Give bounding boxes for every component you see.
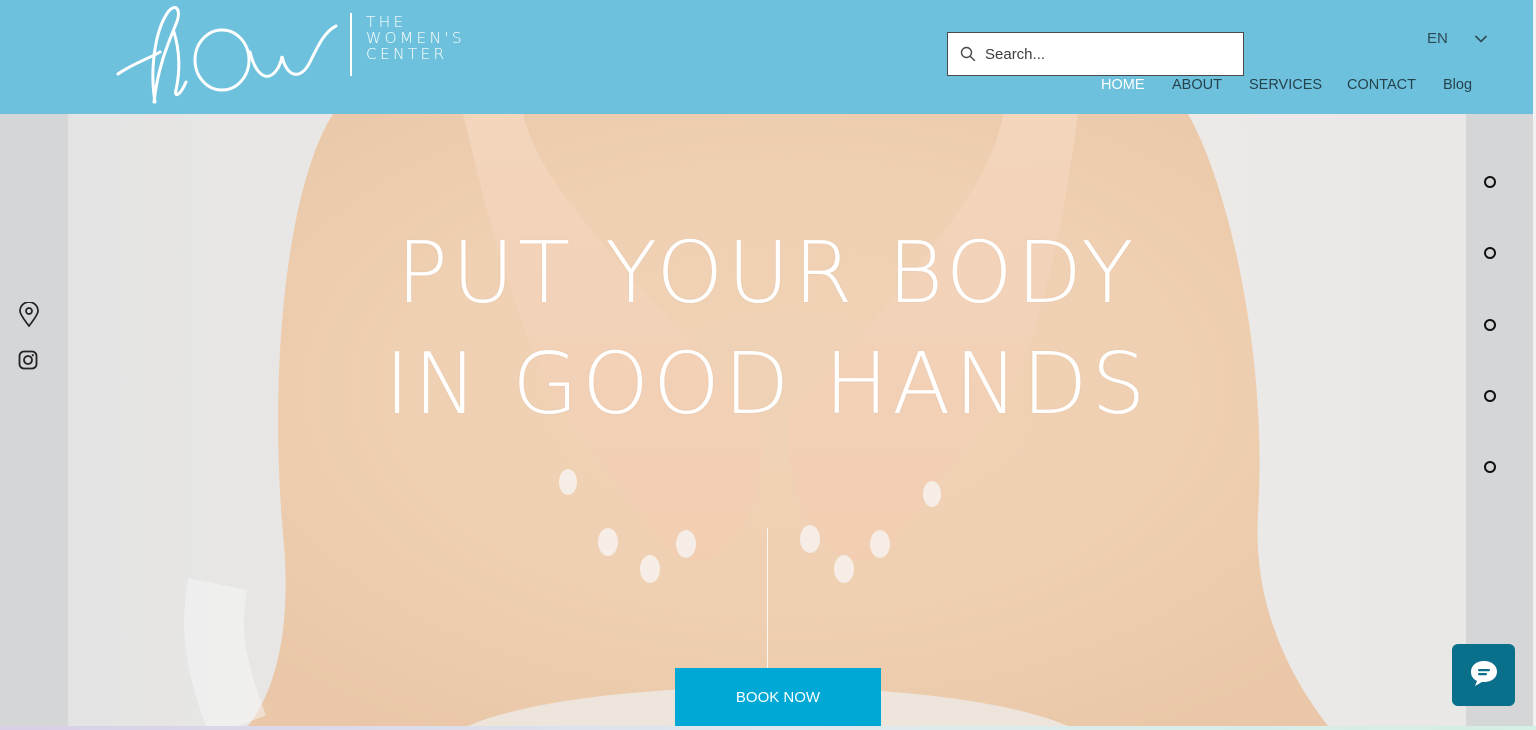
section-dot-5[interactable] <box>1484 461 1496 473</box>
site-header: THE WOMEN'S CENTER EN HOME ABOUT SERVICE… <box>0 0 1536 114</box>
instagram-icon[interactable] <box>18 350 40 374</box>
section-dot-1[interactable] <box>1484 176 1496 188</box>
section-dot-4[interactable] <box>1484 390 1496 402</box>
search-input[interactable] <box>985 45 1225 63</box>
bottom-edge <box>0 726 1536 730</box>
hero-title-line-2: IN GOOD HANDS <box>384 335 1150 434</box>
hero-section: PUT YOUR BODY IN GOOD HANDS BOOK NOW <box>68 114 1466 726</box>
location-pin-icon[interactable] <box>18 301 40 328</box>
logo-line-2: WOMEN'S <box>366 29 465 47</box>
nav-item-home[interactable]: HOME <box>1101 77 1145 93</box>
chevron-down-icon <box>1474 31 1488 49</box>
logo-line-3: CENTER <box>366 45 448 63</box>
chat-button[interactable] <box>1452 644 1515 706</box>
flow-script-logo <box>116 6 338 104</box>
section-dot-nav <box>1466 114 1536 726</box>
language-label: EN <box>1427 29 1448 47</box>
chat-bubble-icon <box>1469 659 1499 692</box>
nav-item-services[interactable]: SERVICES <box>1249 77 1322 93</box>
social-bar <box>0 114 68 726</box>
logo-wordmark: THE WOMEN'S CENTER <box>366 14 465 62</box>
search-box[interactable] <box>947 32 1244 76</box>
language-selector[interactable]: EN <box>1418 27 1498 49</box>
hero-title-line-1: PUT YOUR BODY <box>396 224 1138 323</box>
logo-divider <box>350 13 352 76</box>
section-dot-2[interactable] <box>1484 247 1496 259</box>
section-dot-3[interactable] <box>1484 319 1496 331</box>
hero-divider-line <box>767 528 768 668</box>
nav-item-about[interactable]: ABOUT <box>1172 77 1222 93</box>
nav-item-contact[interactable]: CONTACT <box>1347 77 1416 93</box>
brand-logo[interactable]: THE WOMEN'S CENTER <box>110 2 490 108</box>
search-icon <box>959 45 977 63</box>
logo-line-1: THE <box>366 13 407 31</box>
nav-item-blog[interactable]: Blog <box>1443 77 1472 93</box>
book-now-button[interactable]: BOOK NOW <box>675 668 881 726</box>
